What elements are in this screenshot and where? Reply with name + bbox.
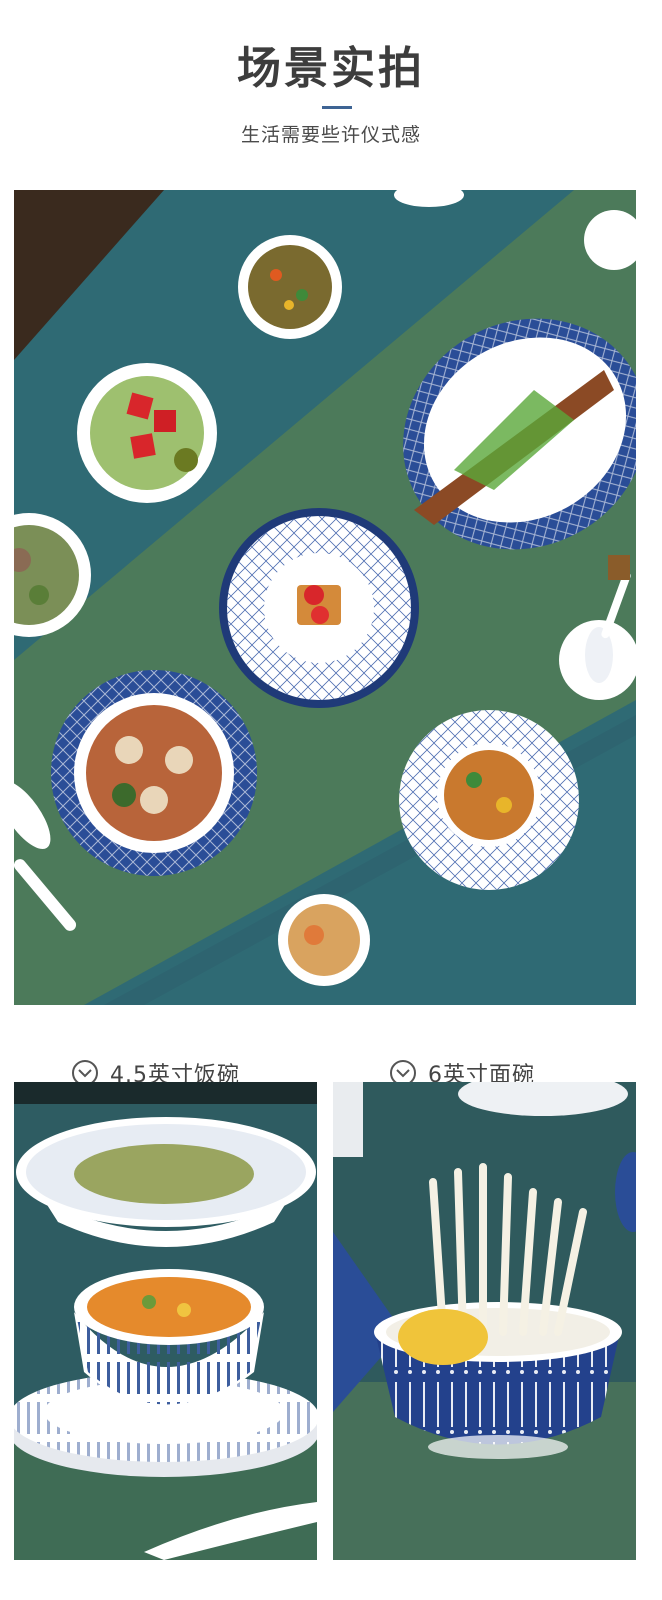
- clam-plate: [51, 670, 257, 876]
- page-title: 场景实拍: [237, 43, 425, 94]
- diced-vegetable-plate: [399, 710, 579, 890]
- title-divider: [322, 106, 352, 109]
- page-subtitle: 生活需要些许仪式感: [240, 124, 421, 146]
- noodle-bowl-photo: [333, 1082, 636, 1560]
- rice-bowl-photo: [14, 1082, 317, 1560]
- diced-vegetable-bowl: [238, 235, 342, 339]
- center-plate: [219, 508, 419, 708]
- scene-photo: [14, 190, 636, 1005]
- stacked-bowls: [333, 1082, 363, 1157]
- noodle-bowl: [278, 894, 370, 986]
- fruit-bowl: [77, 363, 217, 503]
